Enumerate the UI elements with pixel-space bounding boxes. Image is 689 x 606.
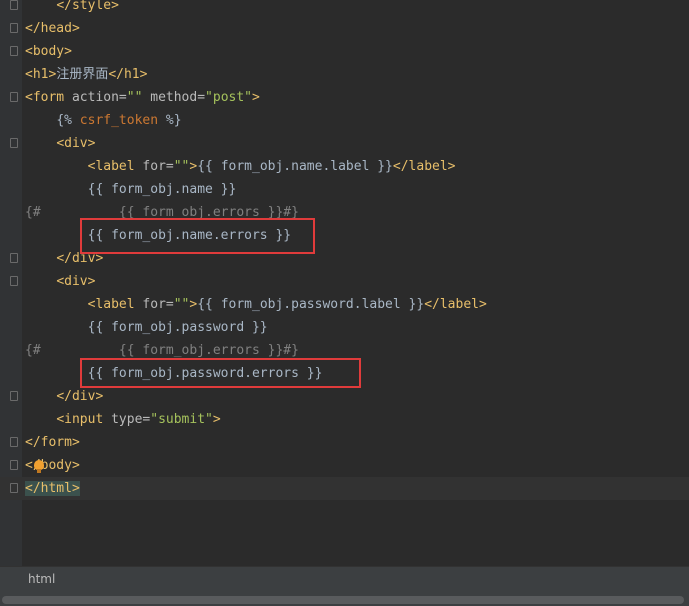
code-line[interactable]: </style> xyxy=(0,0,689,17)
fold-marker-icon[interactable] xyxy=(10,276,18,286)
code-text: <div> xyxy=(25,132,95,155)
code-text: <input type="submit"> xyxy=(25,408,221,431)
code-token: {% xyxy=(56,113,80,128)
code-line[interactable]: <label for="">{{ form_obj.name.label }}<… xyxy=(0,155,689,178)
breadcrumb-item-html[interactable]: html xyxy=(28,572,55,586)
code-token: for= xyxy=(142,159,174,174)
code-token: <h1> xyxy=(25,67,57,82)
code-line[interactable]: <div> xyxy=(0,270,689,293)
code-token: type= xyxy=(111,412,151,427)
code-text: </html> xyxy=(25,477,80,500)
code-token: <form xyxy=(25,90,72,105)
code-line[interactable]: <body> xyxy=(0,40,689,63)
code-text: {{ form_obj.name }} xyxy=(25,178,237,201)
code-line[interactable]: </form> xyxy=(0,431,689,454)
fold-marker-icon[interactable] xyxy=(10,92,18,102)
code-text: </form> xyxy=(25,431,80,454)
code-line[interactable]: </head> xyxy=(0,17,689,40)
code-token: {# {{ form_obj.errors }}#} xyxy=(25,343,299,358)
code-token: "" xyxy=(173,297,190,312)
code-line[interactable]: {{ form_obj.name }} xyxy=(0,178,689,201)
code-text: </div> xyxy=(25,385,103,408)
code-token: {{ form_obj.name }} xyxy=(87,182,237,197)
code-line[interactable]: </html> xyxy=(0,477,689,500)
code-token: </h1> xyxy=(108,67,148,82)
code-token: <input xyxy=(56,412,112,427)
code-token: <div> xyxy=(56,274,96,289)
code-text: <body> xyxy=(25,40,72,63)
code-token: </head> xyxy=(25,21,80,36)
code-text: </style> xyxy=(25,0,119,17)
code-token: </div> xyxy=(56,389,104,404)
fold-marker-icon[interactable] xyxy=(10,46,18,56)
code-text: {% csrf_token %} xyxy=(25,109,182,132)
fold-marker-icon[interactable] xyxy=(10,23,18,33)
code-token: </label> xyxy=(392,159,456,174)
code-token: for= xyxy=(142,297,174,312)
code-line[interactable]: <input type="submit"> xyxy=(0,408,689,431)
code-token: csrf_token xyxy=(79,113,159,128)
code-token: {{ form_obj.name.label }} xyxy=(197,159,393,174)
code-token: </html> xyxy=(25,481,80,496)
code-line[interactable]: {{ form_obj.password }} xyxy=(0,316,689,339)
code-line[interactable]: <h1>注册界面</h1> xyxy=(0,63,689,86)
fold-marker-icon[interactable] xyxy=(10,0,18,10)
code-token: </style> xyxy=(56,0,119,13)
code-token: action= xyxy=(71,90,127,105)
code-line[interactable]: <label for="">{{ form_obj.password.label… xyxy=(0,293,689,316)
code-line[interactable]: {% csrf_token %} xyxy=(0,109,689,132)
code-text: </head> xyxy=(25,17,80,40)
fold-marker-icon[interactable] xyxy=(10,138,18,148)
lightbulb-icon[interactable] xyxy=(34,460,44,473)
code-token: {{ form_obj.password }} xyxy=(87,320,268,335)
fold-marker-icon[interactable] xyxy=(10,253,18,263)
code-token: "submit" xyxy=(150,412,213,427)
breadcrumb: html xyxy=(0,566,689,593)
code-line[interactable]: </div> xyxy=(0,385,689,408)
code-token: "" xyxy=(126,90,143,105)
scrollbar-thumb[interactable] xyxy=(2,596,684,604)
code-text: <div> xyxy=(25,270,95,293)
fold-marker-icon[interactable] xyxy=(10,391,18,401)
horizontal-scrollbar[interactable] xyxy=(0,592,689,606)
code-token: </label> xyxy=(424,297,487,312)
code-token: <body> xyxy=(25,44,72,59)
code-token: method= xyxy=(142,90,206,105)
annotation-box-name-errors xyxy=(80,218,315,254)
code-token: <label xyxy=(87,159,143,174)
code-token: "post" xyxy=(205,90,253,105)
fold-marker-icon[interactable] xyxy=(10,483,18,493)
annotation-box-password-errors xyxy=(80,358,361,388)
code-text: <label for="">{{ form_obj.password.label… xyxy=(25,293,487,316)
code-editor[interactable]: </style> </head> <body> <h1>注册界面</h1> <form … xyxy=(0,0,689,566)
code-token: > xyxy=(252,90,260,105)
fold-marker-icon[interactable] xyxy=(10,437,18,447)
code-token: <label xyxy=(87,297,143,312)
code-text: <form action="" method="post"> xyxy=(25,86,260,109)
code-token: > xyxy=(212,412,221,427)
code-token: %} xyxy=(158,113,182,128)
code-token: 注册界面 xyxy=(56,67,109,82)
code-text: {{ form_obj.password }} xyxy=(25,316,268,339)
code-text: <label for="">{{ form_obj.name.label }}<… xyxy=(25,155,456,178)
code-line[interactable]: <div> xyxy=(0,132,689,155)
fold-marker-icon[interactable] xyxy=(10,460,18,470)
code-token: {{ form_obj.password.label }} xyxy=(197,297,425,312)
code-line[interactable]: </body> xyxy=(0,454,689,477)
code-token: <div> xyxy=(56,136,96,151)
code-token: "" xyxy=(173,159,190,174)
code-text: <h1>注册界面</h1> xyxy=(25,63,147,86)
code-line[interactable]: <form action="" method="post"> xyxy=(0,86,689,109)
code-token: </form> xyxy=(25,435,80,450)
